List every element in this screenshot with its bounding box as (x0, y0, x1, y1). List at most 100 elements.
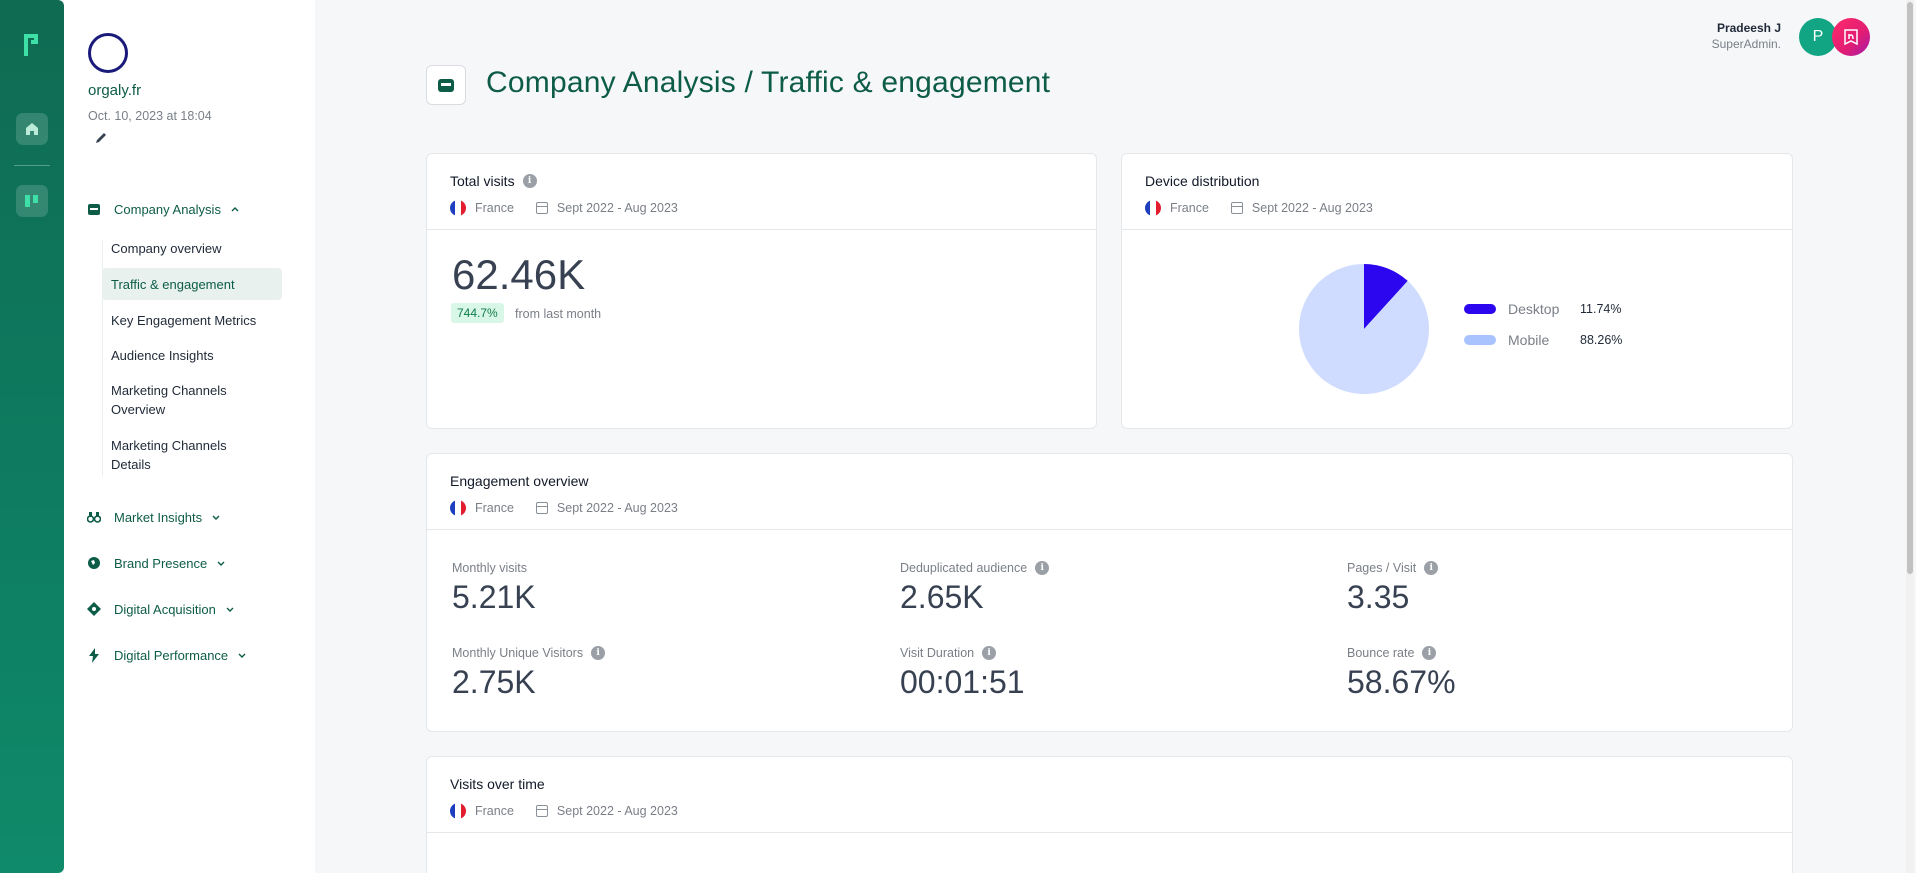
info-icon[interactable]: i (1424, 561, 1439, 575)
info-icon[interactable]: i (1422, 646, 1437, 660)
period-label: Sept 2022 - Aug 2023 (556, 501, 678, 515)
country-label: France (1170, 201, 1209, 215)
user-role: SuperAdmin. (1711, 37, 1781, 51)
info-icon[interactable]: i (982, 646, 997, 660)
chevron-down-icon (238, 653, 246, 658)
card-meta: France Sept 2022 - Aug 2023 (450, 500, 678, 516)
period-label: Sept 2022 - Aug 2023 (1251, 201, 1373, 215)
metric-label-text: Visit Duration (900, 646, 975, 660)
metric-deduplicated-audience: Deduplicated audience i 2.65K (900, 561, 1050, 616)
card-title: Engagement overview (450, 473, 589, 489)
legend-swatch (1464, 304, 1496, 314)
card-title: Total visits i (450, 173, 537, 189)
metric-label-text: Monthly visits (452, 561, 528, 575)
france-flag-icon (450, 200, 466, 216)
card-title: Device distribution (1145, 173, 1259, 189)
divider (427, 832, 1792, 833)
france-flag-icon (450, 803, 466, 819)
metric-bounce-rate: Bounce rate i 58.67% (1347, 646, 1456, 701)
delta-text: from last month (515, 307, 602, 321)
nav-section-label: Brand Presence (114, 555, 208, 571)
scrollbar-thumb[interactable] (1907, 2, 1913, 574)
analytics-button[interactable] (16, 185, 48, 217)
metric-label: Visit Duration i (900, 646, 1025, 660)
bolt-icon (86, 647, 102, 663)
nav-section-brand-presence[interactable]: Brand Presence (86, 555, 226, 571)
metric-pages-per-visit: Pages / Visit i 3.35 (1347, 561, 1439, 616)
card-meta: France Sept 2022 - Aug 2023 (450, 200, 678, 216)
metric-monthly-unique-visitors: Monthly Unique Visitors i 2.75K (452, 646, 606, 701)
legend-label: Desktop (1508, 301, 1560, 317)
info-icon[interactable]: i (522, 174, 537, 188)
divider (1122, 229, 1792, 230)
nav-section-label: Digital Performance (114, 647, 229, 663)
sidebar-item-marketing-channels-overview[interactable]: Marketing Channels Overview (102, 381, 262, 419)
calendar-icon (535, 202, 548, 214)
pencil-icon[interactable] (94, 131, 108, 145)
metric-value: 58.67% (1347, 664, 1456, 700)
sidebar-item-marketing-channels-details[interactable]: Marketing Channels Details (102, 436, 262, 474)
org-date: Oct. 10, 2023 at 18:04 (88, 109, 212, 123)
card-title-text: Total visits (450, 173, 515, 189)
metric-label: Deduplicated audience i (900, 561, 1050, 575)
nav-section-digital-performance[interactable]: Digital Performance (86, 647, 247, 663)
card-title-text: Device distribution (1145, 173, 1260, 189)
diamond-icon (86, 601, 102, 617)
calendar-icon (1230, 202, 1243, 214)
france-flag-icon (1145, 200, 1161, 216)
device-pie-chart (1299, 264, 1429, 394)
binoculars-icon (86, 509, 102, 525)
nav-section-digital-acquisition[interactable]: Digital Acquisition (86, 601, 235, 617)
analytics-icon (25, 195, 38, 207)
metric-value: 2.75K (452, 664, 536, 700)
chevron-down-icon (217, 561, 225, 566)
metric-visit-duration: Visit Duration i 00:01:51 (900, 646, 1025, 701)
info-icon[interactable]: i (591, 646, 606, 660)
app-logo[interactable] (22, 32, 42, 58)
divider (427, 529, 1792, 530)
user-name: Pradeesh J (1716, 21, 1781, 35)
france-flag-icon (450, 500, 466, 516)
nav-section-label: Company Analysis (114, 201, 221, 217)
total-visits-card: Total visits i France Sept 2022 - Aug 20… (426, 153, 1097, 429)
app-badge-icon[interactable] (1832, 18, 1870, 56)
metric-label: Monthly visits (452, 561, 536, 575)
delta-badge: 744.7% (451, 303, 504, 323)
sidebar-item-company-overview[interactable]: Company overview (102, 239, 282, 258)
sidebar: orgaly.fr Oct. 10, 2023 at 18:04 Company… (64, 0, 315, 873)
sidebar-item-key-engagement-metrics[interactable]: Key Engagement Metrics (102, 311, 282, 330)
metric-label-text: Bounce rate (1347, 646, 1415, 660)
country-label: France (475, 804, 514, 818)
country-label: France (475, 501, 514, 515)
sidebar-item-traffic-engagement[interactable]: Traffic & engagement (102, 268, 282, 300)
nav-section-market-insights[interactable]: Market Insights (86, 509, 221, 525)
visits-over-time-card: Visits over time France Sept 2022 - Aug … (426, 756, 1793, 873)
org-name[interactable]: orgaly.fr (88, 82, 141, 99)
legend-item-desktop: Desktop 11.74% (1464, 301, 1621, 317)
home-icon (26, 123, 38, 135)
store-icon (86, 201, 102, 217)
nav-section-label: Market Insights (114, 509, 203, 525)
metric-label: Bounce rate i (1347, 646, 1456, 660)
metric-monthly-visits: Monthly visits 5.21K (452, 561, 536, 616)
card-title: Visits over time (450, 776, 545, 792)
metric-label: Pages / Visit i (1347, 561, 1439, 575)
info-icon[interactable]: i (1035, 561, 1050, 575)
legend-item-mobile: Mobile 88.26% (1464, 332, 1622, 348)
period-label: Sept 2022 - Aug 2023 (556, 804, 678, 818)
metric-label-text: Monthly Unique Visitors (452, 646, 584, 660)
legend-value: 11.74% (1580, 302, 1622, 316)
legend-value: 88.26% (1580, 333, 1623, 347)
rail-divider (14, 165, 50, 166)
metric-value: 3.35 (1347, 579, 1410, 615)
home-button[interactable] (16, 113, 48, 145)
pie-slice-mobile[interactable] (1299, 264, 1429, 394)
country-label: France (475, 201, 514, 215)
metric-label-text: Pages / Visit (1347, 561, 1417, 575)
legend-swatch (1464, 335, 1496, 345)
sidebar-item-audience-insights[interactable]: Audience Insights (102, 346, 282, 365)
calendar-icon (535, 502, 548, 514)
metric-value: 00:01:51 (900, 664, 1025, 700)
metric-label-text: Deduplicated audience (900, 561, 1028, 575)
nav-section-company-analysis[interactable]: Company Analysis (86, 201, 240, 217)
